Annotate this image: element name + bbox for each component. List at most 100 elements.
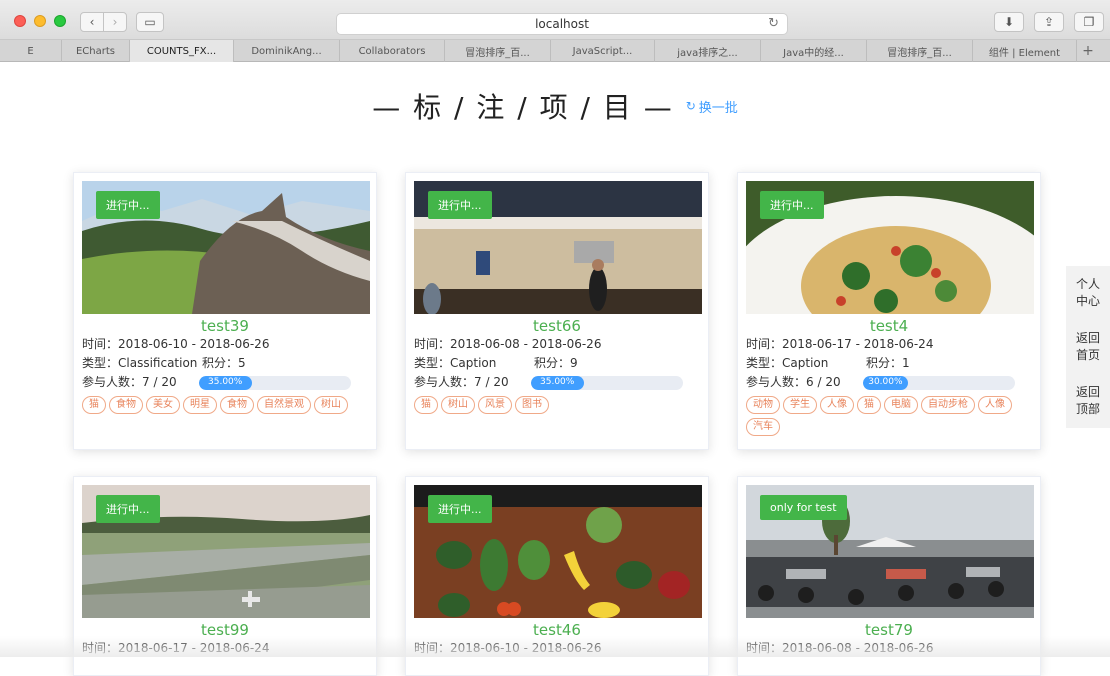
status-badge: 进行中... (428, 191, 492, 219)
progress-text: 35.00% (208, 377, 243, 387)
back-top-link[interactable]: 返回顶部 (1066, 384, 1110, 418)
type-value: Classification (118, 356, 198, 370)
personal-center-link[interactable]: 个人中心 (1066, 276, 1110, 310)
participants-value: 7 / 20 (142, 375, 177, 389)
progress-fill: 35.00% (198, 375, 252, 390)
address-bar[interactable]: localhost ↻ (336, 13, 788, 35)
score-value: 5 (238, 356, 246, 370)
browser-tab[interactable]: 冒泡排序_百... (867, 40, 973, 62)
close-window-button[interactable] (14, 15, 26, 27)
tag-list: 猫食物 美女 明星 食物 自然景观 树山 (82, 396, 368, 414)
project-image[interactable]: 进行中... (414, 181, 702, 314)
project-image[interactable]: 进行中... (82, 485, 370, 618)
type-label: 类型： (82, 356, 119, 370)
side-nav: 个人中心 返回首页 返回顶部 (1066, 266, 1110, 428)
participants-label: 参与人数： (82, 375, 143, 389)
tag[interactable]: 树山 (441, 396, 475, 414)
type-label: 类型： (414, 356, 451, 370)
progress-bar: 35.00% (530, 375, 683, 390)
progress-fill: 30.00% (862, 375, 909, 390)
share-button[interactable]: ⇪ (1034, 12, 1064, 32)
new-tab-button[interactable]: + (1077, 40, 1099, 61)
project-image[interactable]: 进行中... (414, 485, 702, 618)
tag[interactable]: 电脑 (884, 396, 918, 414)
type-row: 类型： Caption 积分： 1 (746, 354, 1032, 373)
forward-button[interactable]: › (103, 12, 127, 32)
tag[interactable]: 人像 (820, 396, 854, 414)
download-button[interactable]: ⬇ (994, 12, 1024, 32)
tabs-overview-button[interactable]: ❐ (1074, 12, 1104, 32)
project-card[interactable]: 进行中... test66 时间： 2018-06-08 - 2018-06-26 类型… (405, 172, 709, 450)
chevron-left-icon: ‹ (89, 15, 95, 29)
tag[interactable]: 自然景观 (257, 396, 311, 414)
time-label: 时间： (414, 337, 451, 351)
score-label: 积分： (534, 356, 571, 370)
browser-tab[interactable]: DominikAng... (234, 40, 340, 62)
tabs-overview-icon: ❐ (1083, 15, 1095, 29)
tag[interactable]: 猫 (414, 396, 438, 414)
browser-tab[interactable]: ECharts (62, 40, 130, 62)
browser-tab[interactable]: E (0, 40, 62, 62)
tag[interactable]: 动物 (746, 396, 780, 414)
project-name[interactable]: test66 (414, 317, 700, 335)
tag[interactable]: 食物 (220, 396, 254, 414)
tag[interactable]: 人像 (978, 396, 1012, 414)
time-value: 2018-06-17 - 2018-06-24 (782, 337, 934, 351)
project-image[interactable]: only for test (746, 485, 1034, 618)
page-title: — 标 / 注 / 项 / 目 — (372, 91, 674, 124)
project-image[interactable]: 进行中... (746, 181, 1034, 314)
progress-fill: 35.00% (530, 375, 584, 390)
refresh-label: 换一批 (698, 100, 738, 116)
reload-icon[interactable]: ↻ (768, 16, 779, 31)
back-home-link[interactable]: 返回首页 (1066, 330, 1110, 364)
tag[interactable]: 美女 (146, 396, 180, 414)
browser-tab[interactable]: 冒泡排序_百... (445, 40, 551, 62)
project-image[interactable]: 进行中... (82, 181, 370, 314)
tag[interactable]: 图书 (515, 396, 549, 414)
share-icon: ⇪ (1043, 15, 1055, 29)
status-badge: only for test (760, 495, 847, 520)
browser-tab[interactable]: java排序之... (655, 40, 761, 62)
maximize-window-button[interactable] (54, 15, 66, 27)
tag[interactable]: 猫 (857, 396, 881, 414)
type-value: Caption (450, 356, 497, 370)
progress-bar: 30.00% (862, 375, 1015, 390)
tag[interactable]: 食物 (109, 396, 143, 414)
status-badge: 进行中... (96, 191, 160, 219)
tag[interactable]: 学生 (783, 396, 817, 414)
participants-value: 7 / 20 (474, 375, 509, 389)
progress-text: 35.00% (540, 377, 575, 387)
type-value: Caption (782, 356, 829, 370)
participants-row: 参与人数： 6 / 20 30.00% (746, 373, 1032, 392)
tag[interactable]: 明星 (183, 396, 217, 414)
project-card[interactable]: 进行中... test4 时间： 2018-06-17 - 2018-06-24 类型：… (737, 172, 1041, 450)
sidebar-toggle-button[interactable]: ▭ (136, 12, 164, 32)
project-name[interactable]: test39 (82, 317, 368, 335)
participants-label: 参与人数： (414, 375, 475, 389)
back-button[interactable]: ‹ (80, 12, 104, 32)
tag[interactable]: 自动步枪 (921, 396, 975, 414)
time-row: 时间：2018-06-17 - 2018-06-24 (746, 335, 1032, 354)
time-value: 2018-06-10 - 2018-06-26 (118, 337, 270, 351)
browser-tab[interactable]: JavaScript... (551, 40, 655, 62)
type-label: 类型： (746, 356, 783, 370)
status-badge: 进行中... (96, 495, 160, 523)
tag[interactable]: 树山 (314, 396, 348, 414)
browser-tab[interactable]: COUNTS_FX... (130, 40, 234, 62)
project-card[interactable]: 进行中... test39 时间： 2018-06-10 - 2018-06-26 类型… (73, 172, 377, 450)
tag[interactable]: 风景 (478, 396, 512, 414)
window-bottom-shadow (0, 636, 1110, 657)
browser-titlebar: ‹ › ▭ localhost ↻ ⬇ ⇪ ❐ (0, 0, 1110, 40)
time-label: 时间： (82, 337, 119, 351)
personal-center-label: 个人中心 (1075, 277, 1100, 308)
tag[interactable]: 汽车 (746, 418, 780, 436)
progress-bar: 35.00% (198, 375, 351, 390)
time-row: 时间：2018-06-08 - 2018-06-26 (414, 335, 700, 354)
browser-tab[interactable]: Java中的经... (761, 40, 867, 62)
project-name[interactable]: test4 (746, 317, 1032, 335)
minimize-window-button[interactable] (34, 15, 46, 27)
tag[interactable]: 猫 (82, 396, 106, 414)
browser-tab[interactable]: Collaborators (340, 40, 445, 62)
refresh-batch-button[interactable]: ↻ 换一批 (686, 97, 738, 116)
browser-tab[interactable]: 组件 | Element (973, 40, 1077, 62)
